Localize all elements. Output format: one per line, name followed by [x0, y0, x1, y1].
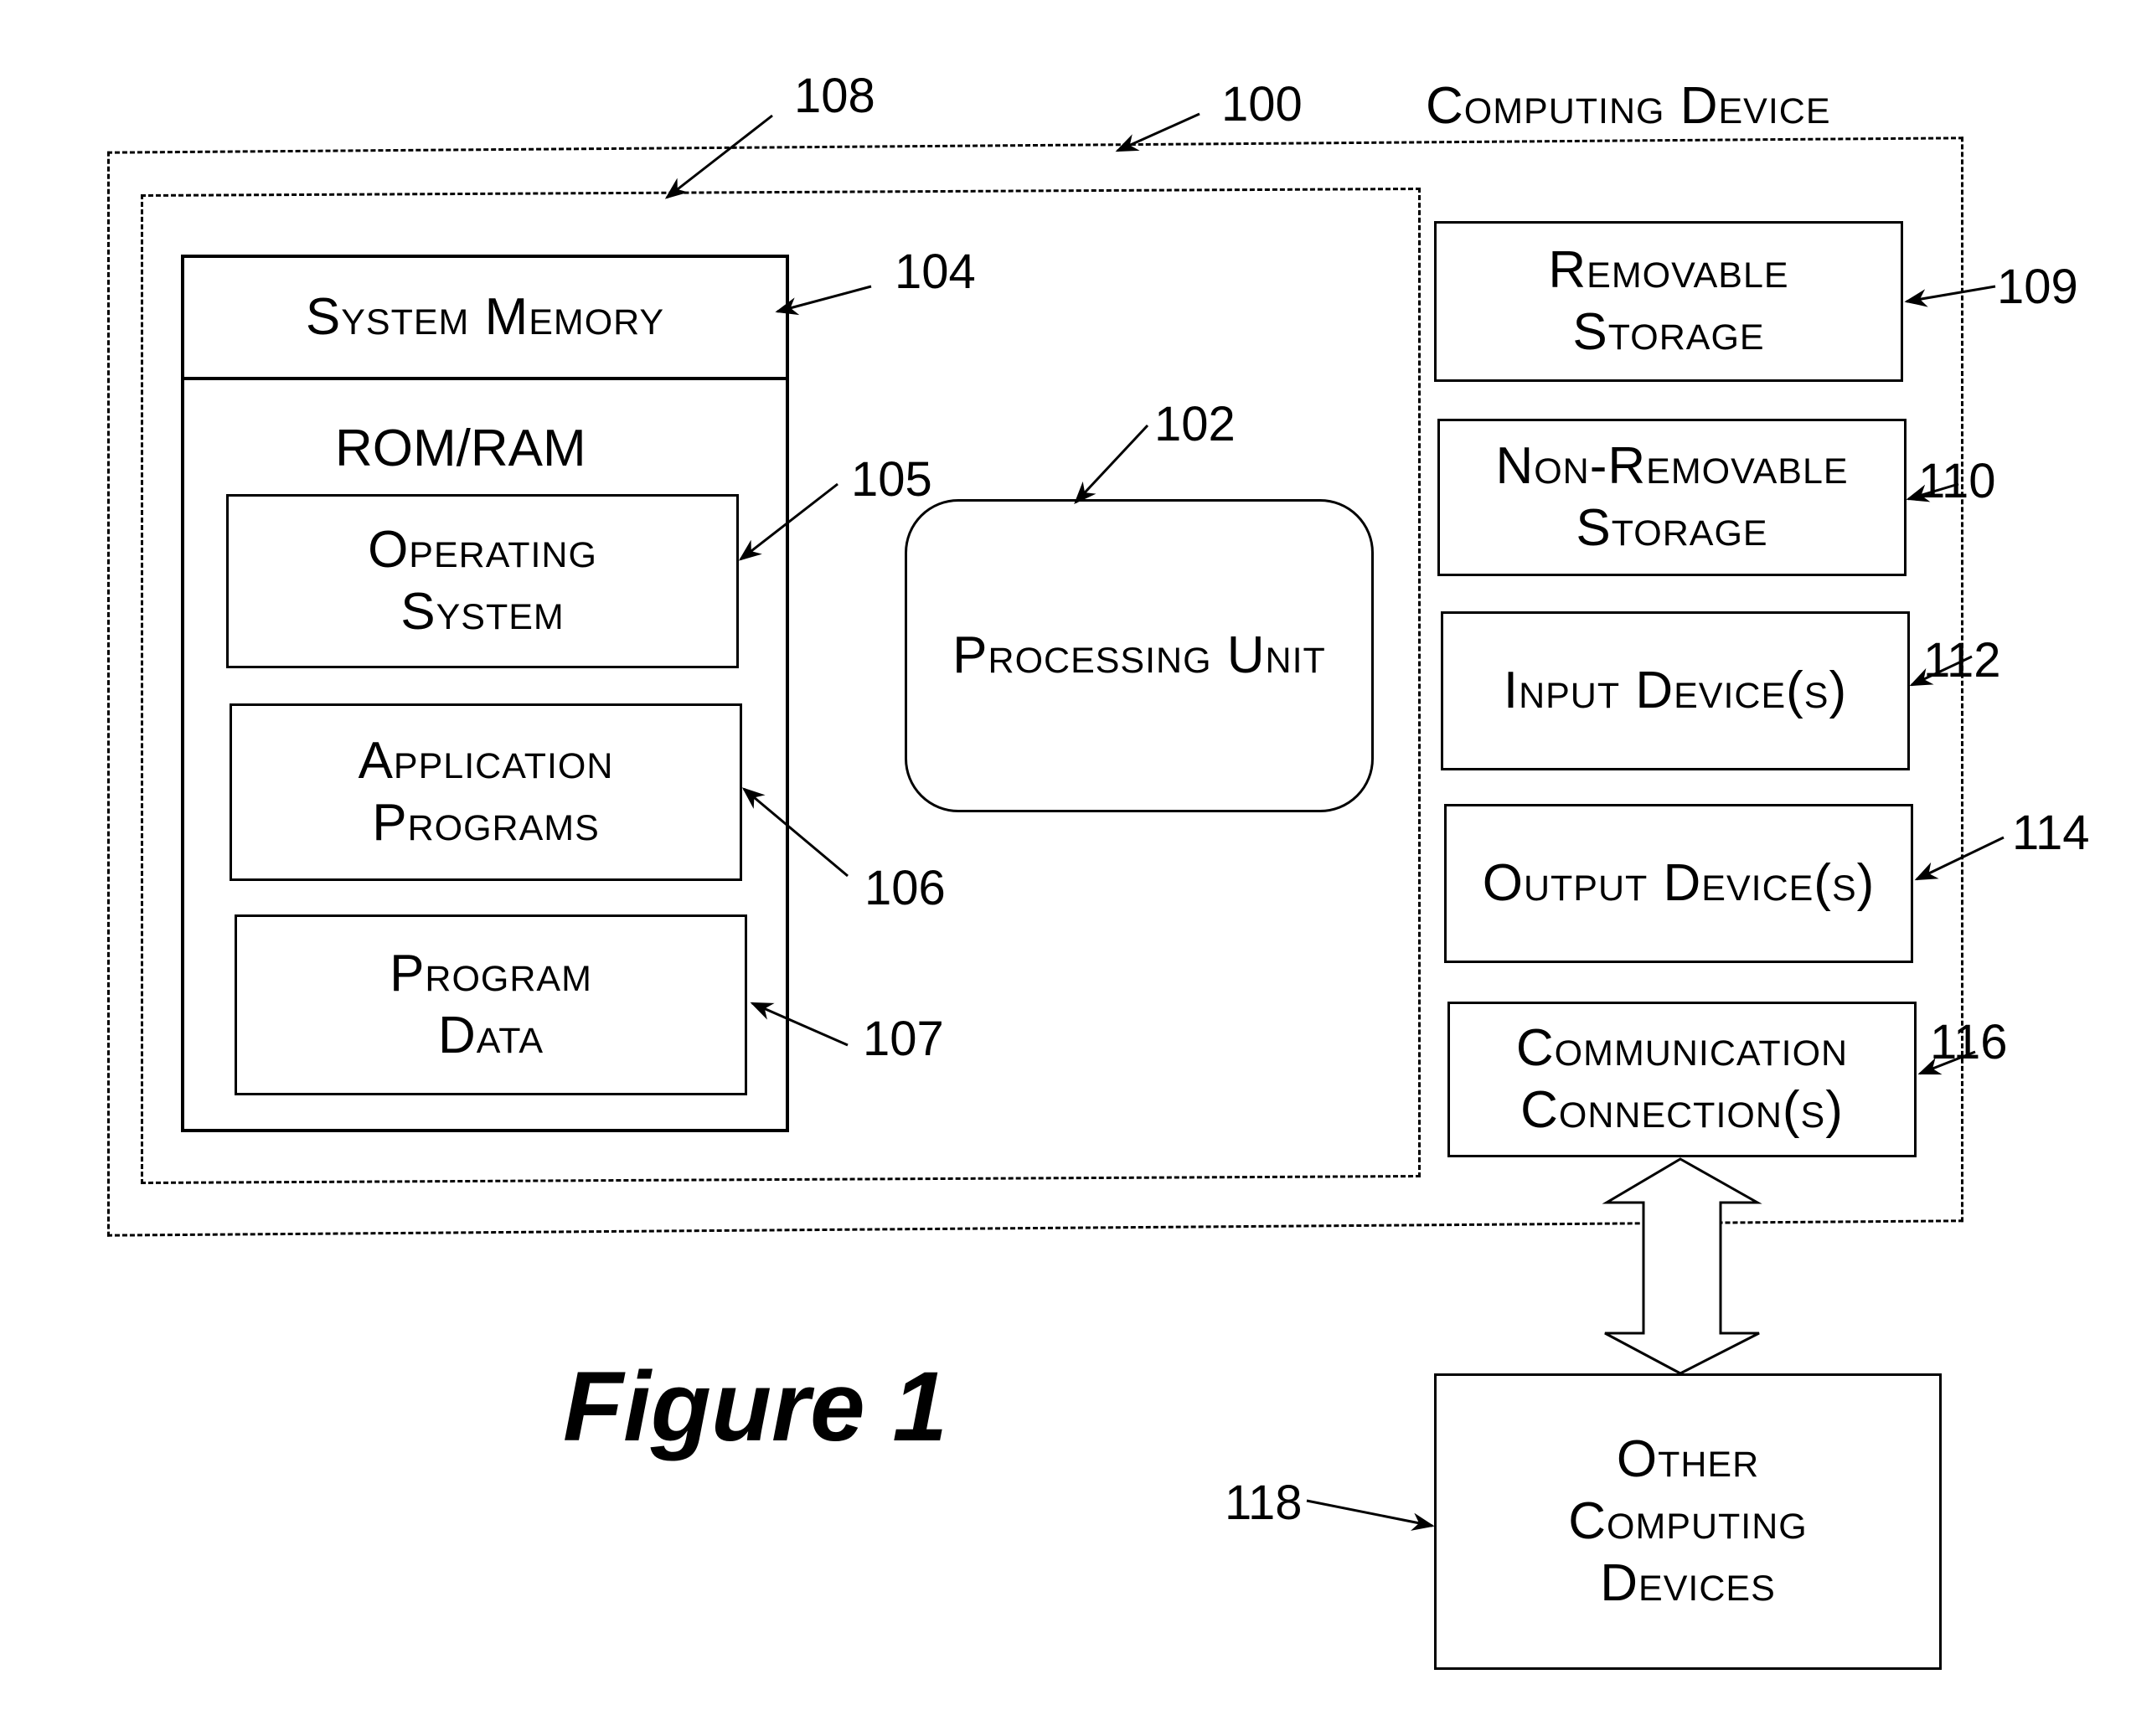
- ref-110: 110: [1918, 454, 1996, 508]
- other-computing-devices-box: Other Computing Devices: [1434, 1373, 1942, 1670]
- computing-device-label: Computing Device: [1426, 77, 1831, 135]
- figure-title: Figure 1: [563, 1352, 947, 1462]
- removable-storage-box: Removable Storage: [1434, 221, 1903, 382]
- rom-ram-label: ROM/RAM: [335, 420, 586, 477]
- input-devices-box: Input Device(s): [1441, 611, 1910, 770]
- application-programs-box: Application Programs: [230, 703, 742, 881]
- ref-109: 109: [1997, 260, 2078, 314]
- ref-116: 116: [1930, 1015, 2008, 1069]
- communication-connections-box: Communication Connection(s): [1447, 1002, 1917, 1157]
- ref-118: 118: [1225, 1476, 1303, 1530]
- ref-105: 105: [851, 452, 932, 507]
- ref-112: 112: [1923, 633, 2001, 688]
- system-memory-title: System Memory: [184, 258, 786, 380]
- ref-106: 106: [864, 861, 946, 915]
- ref-102: 102: [1154, 397, 1236, 451]
- ref-108: 108: [794, 69, 875, 123]
- processing-unit-box: Processing Unit: [905, 499, 1374, 812]
- non-removable-storage-box: Non-Removable Storage: [1437, 419, 1907, 576]
- ref-104: 104: [895, 245, 976, 299]
- ref-100: 100: [1221, 77, 1303, 131]
- ref-114: 114: [2012, 806, 2090, 860]
- operating-system-box: Operating System: [226, 494, 739, 668]
- leader-118: [1306, 1499, 1435, 1531]
- program-data-box: Program Data: [235, 914, 747, 1095]
- ref-107: 107: [863, 1012, 944, 1066]
- output-devices-box: Output Device(s): [1444, 804, 1913, 963]
